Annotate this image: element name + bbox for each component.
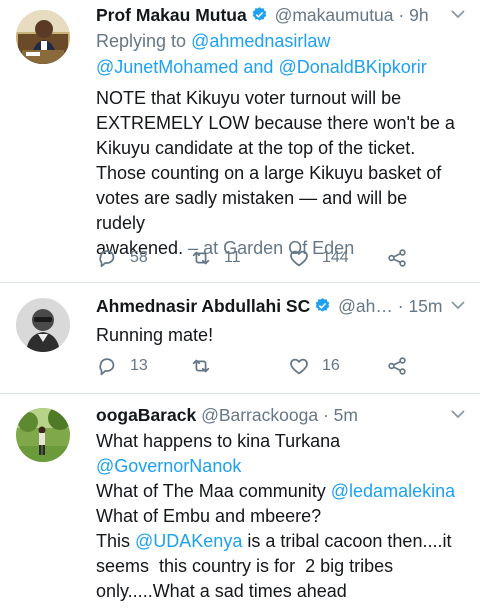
retweet-icon <box>192 251 210 265</box>
text-line: NOTE that Kikuyu voter turnout will be <box>96 88 402 108</box>
retweet-count: 11 <box>224 249 241 266</box>
text-line: Kikuyu candidate at the top of the ticke… <box>96 138 416 158</box>
mention-link[interactable]: @GovernorNanok <box>96 456 241 476</box>
share-button[interactable] <box>386 351 420 381</box>
text-line: What happens to kina Turkana <box>96 431 341 451</box>
mention-link[interactable]: @UDAKenya <box>135 531 242 551</box>
share-icon <box>388 357 406 375</box>
text-line: only.....What a sad times ahead <box>96 581 347 601</box>
heart-icon <box>290 358 308 375</box>
timestamp[interactable]: 5m <box>334 405 358 425</box>
handle[interactable]: @makaumutua <box>275 5 394 25</box>
heart-icon <box>290 250 308 267</box>
separator-dot: · <box>398 5 405 25</box>
tweet-text: What happens to kina Turkana @GovernorNa… <box>96 429 458 604</box>
replying-to: Replying to @ahmednasirlaw @JunetMohamed… <box>96 28 458 80</box>
verified-badge-icon <box>314 295 331 312</box>
timestamp[interactable]: 9h <box>409 5 428 25</box>
tweet-header: Prof Makau Mutua @makaumutua · 9h <box>96 2 458 28</box>
separator-dot: · <box>397 296 404 316</box>
replying-to-label: Replying to <box>96 31 187 51</box>
handle[interactable]: @Barrackooga <box>201 405 318 425</box>
like-button[interactable]: 16 <box>288 351 340 381</box>
avatar[interactable] <box>16 408 70 462</box>
text-line: votes are sadly mistaken — and will be r… <box>96 188 408 233</box>
avatar-image <box>16 408 70 462</box>
tweet-text: NOTE that Kikuyu voter turnout will be E… <box>96 86 458 261</box>
text-line: Those counting on a large Kikuyu basket … <box>96 163 442 183</box>
chevron-down-icon[interactable] <box>450 8 466 20</box>
avatar[interactable] <box>16 298 70 352</box>
like-count: 144 <box>322 249 349 266</box>
reply-icon <box>99 358 115 376</box>
avatar[interactable] <box>16 10 70 64</box>
reply-count: 58 <box>130 249 148 266</box>
text-fragment: What of The Maa community <box>96 481 331 501</box>
like-button[interactable]: 144 <box>288 243 349 273</box>
text-line: What of Embu and mbeere? <box>96 506 322 526</box>
display-name[interactable]: Ahmednasir Abdullahi SC <box>96 296 310 316</box>
tweet-makau-mutua[interactable]: Prof Makau Mutua @makaumutua · 9h Replyi… <box>0 0 480 290</box>
text-line: seems this country is for 2 big tribes <box>96 556 394 576</box>
reply-icon <box>99 250 115 268</box>
retweet-icon <box>192 359 210 373</box>
mention-link[interactable]: @ledamalekina <box>331 481 455 501</box>
text-line: This @UDAKenya is a tribal cacoon then..… <box>96 529 458 554</box>
separator-dot: · <box>322 405 329 425</box>
display-name[interactable]: oogaBarack <box>96 405 196 425</box>
chevron-down-icon[interactable] <box>450 408 466 420</box>
and-text: and <box>243 57 274 77</box>
share-button[interactable] <box>386 243 420 273</box>
share-icon <box>388 249 406 267</box>
tweet-header: oogaBarack @Barrackooga · 5m <box>96 402 458 428</box>
tweet-text: Running mate! <box>96 325 214 345</box>
like-count: 16 <box>322 357 340 374</box>
avatar-image <box>16 10 70 64</box>
mention-link[interactable]: @JunetMohamed <box>96 57 238 77</box>
text-line: @GovernorNanok <box>96 454 458 479</box>
text-fragment: This <box>96 531 136 551</box>
avatar-image <box>16 298 70 352</box>
tweet-actions: 58 11 144 <box>96 243 416 273</box>
reply-button[interactable]: 58 <box>96 243 148 273</box>
text-line: EXTREMELY LOW because there won't be a <box>96 113 455 133</box>
tweet-header: Ahmednasir Abdullahi SC @ah… · 15m <box>96 293 458 319</box>
timestamp[interactable]: 15m <box>408 296 442 316</box>
retweet-button[interactable]: 11 <box>190 243 241 273</box>
tweet-oogabarack[interactable]: oogaBarack @Barrackooga · 5m What happen… <box>0 394 480 614</box>
mention-link[interactable]: @DonaldBKipkorir <box>278 57 426 77</box>
display-name[interactable]: Prof Makau Mutua <box>96 5 247 25</box>
reply-count: 13 <box>130 357 148 374</box>
tweet-ahmednasir[interactable]: Ahmednasir Abdullahi SC @ah… · 15m Runni… <box>0 283 480 393</box>
mention-link[interactable]: @ahmednasirlaw <box>191 31 330 51</box>
reply-button[interactable]: 13 <box>96 351 148 381</box>
chevron-down-icon[interactable] <box>450 299 466 311</box>
retweet-button[interactable] <box>190 351 224 381</box>
text-line: What of The Maa community @ledamalekina <box>96 479 458 504</box>
handle[interactable]: @ah… <box>338 296 393 316</box>
text-fragment: is a tribal cacoon then....it <box>242 531 452 551</box>
tweet-actions: 13 16 <box>96 351 416 381</box>
verified-badge-icon <box>251 4 268 21</box>
